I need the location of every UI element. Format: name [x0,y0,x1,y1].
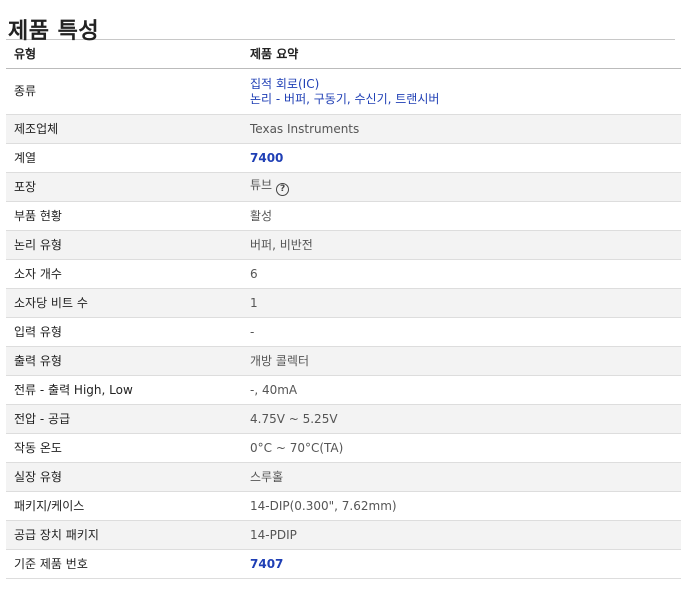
supply-voltage-value: 4.75V ~ 5.25V [242,404,681,434]
row-label: 전압 - 공급 [6,404,242,434]
table-row: 부품 현황 활성 [6,201,681,231]
table-row: 패키지/케이스 14-DIP(0.300", 7.62mm) [6,491,681,521]
row-label: 패키지/케이스 [6,491,242,521]
table-row: 포장 튜브? [6,172,681,202]
row-label: 제조업체 [6,114,242,144]
part-status-value: 활성 [242,201,681,231]
package-case-value: 14-DIP(0.300", 7.62mm) [242,491,681,521]
subcategory-link[interactable]: 논리 - 버퍼, 구동기, 수신기, 트랜시버 [250,92,681,107]
packaging-value: 튜브 [250,178,273,192]
row-value: 튜브? [242,172,681,202]
operating-temp-value: 0°C ~ 70°C(TA) [242,433,681,463]
row-label: 전류 - 출력 High, Low [6,375,242,405]
table-row: 소자당 비트 수 1 [6,288,681,318]
row-label: 실장 유형 [6,462,242,492]
table-row: 작동 온도 0°C ~ 70°C(TA) [6,433,681,463]
row-label: 포장 [6,172,242,202]
question-circle-icon[interactable]: ? [276,183,290,196]
header-summary: 제품 요약 [242,40,681,69]
base-part-link[interactable]: 7407 [250,557,681,572]
row-label: 기준 제품 번호 [6,549,242,579]
table-row: 종류 집적 회로(IC) 논리 - 버퍼, 구동기, 수신기, 트랜시버 [6,68,681,115]
table-row: 전류 - 출력 High, Low -, 40mA [6,375,681,405]
bits-per-element-value: 1 [242,288,681,318]
element-count-value: 6 [242,259,681,289]
table-row: 계열 7400 [6,143,681,173]
output-current-value: -, 40mA [242,375,681,405]
row-label: 소자당 비트 수 [6,288,242,318]
table-row: 기준 제품 번호 7407 [6,549,681,579]
series-link[interactable]: 7400 [250,151,681,166]
attributes-table: 유형 제품 요약 종류 집적 회로(IC) 논리 - 버퍼, 구동기, 수신기,… [6,40,681,579]
supplier-package-value: 14-PDIP [242,520,681,550]
table-row: 전압 - 공급 4.75V ~ 5.25V [6,404,681,434]
table-row: 공급 장치 패키지 14-PDIP [6,520,681,550]
logic-type-value: 버퍼, 비반전 [242,230,681,260]
mounting-type-value: 스루홀 [242,462,681,492]
output-type-value: 개방 콜렉터 [242,346,681,376]
row-label: 작동 온도 [6,433,242,463]
table-row: 논리 유형 버퍼, 비반전 [6,230,681,260]
table-row: 소자 개수 6 [6,259,681,289]
row-value: 7400 [242,143,681,173]
section-title: 제품 특성 [6,0,675,44]
row-label: 소자 개수 [6,259,242,289]
row-label: 논리 유형 [6,230,242,260]
product-attributes-section: 제품 특성 유형 제품 요약 종류 집적 회로(IC) 논리 - 버퍼, 구동기… [0,0,681,579]
input-type-value: - [242,317,681,347]
row-label: 종류 [6,68,242,115]
row-label: 입력 유형 [6,317,242,347]
table-header-row: 유형 제품 요약 [6,40,681,69]
row-value: 7407 [242,549,681,579]
row-label: 계열 [6,143,242,173]
table-row: 제조업체 Texas Instruments [6,114,681,144]
table-row: 입력 유형 - [6,317,681,347]
table-row: 출력 유형 개방 콜렉터 [6,346,681,376]
row-label: 출력 유형 [6,346,242,376]
row-value: 집적 회로(IC) 논리 - 버퍼, 구동기, 수신기, 트랜시버 [242,68,681,115]
category-link[interactable]: 집적 회로(IC) [250,77,681,92]
table-row: 실장 유형 스루홀 [6,462,681,492]
manufacturer-value: Texas Instruments [242,114,681,144]
row-label: 부품 현황 [6,201,242,231]
row-label: 공급 장치 패키지 [6,520,242,550]
